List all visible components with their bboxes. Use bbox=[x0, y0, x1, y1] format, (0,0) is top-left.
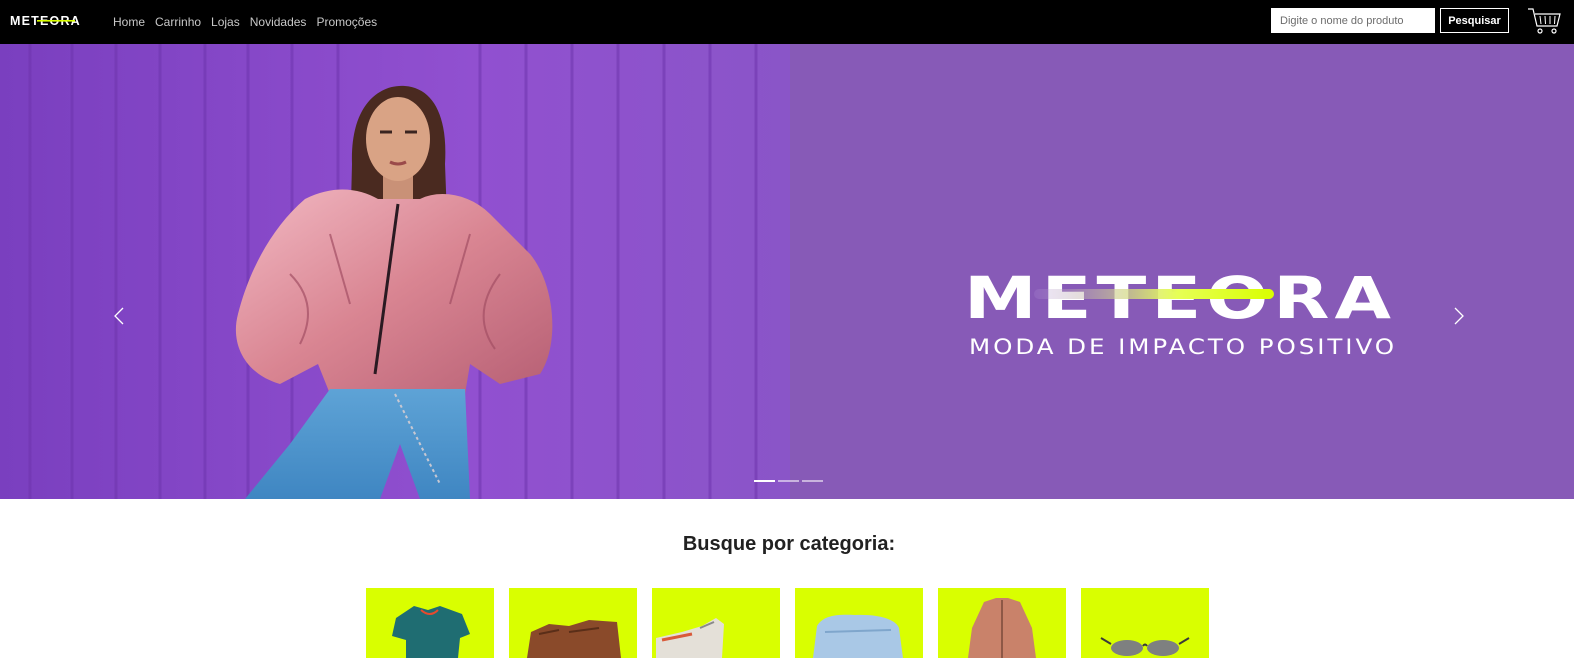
navbar: METEORA Home Carrinho Lojas Novidades Pr… bbox=[0, 0, 1574, 44]
category-card-accessories[interactable] bbox=[1081, 588, 1209, 658]
category-card-shoes[interactable] bbox=[652, 588, 780, 658]
cart-icon[interactable] bbox=[1526, 6, 1562, 36]
search-input[interactable] bbox=[1271, 8, 1435, 33]
jeans-icon bbox=[813, 614, 903, 658]
category-card-shirts[interactable] bbox=[366, 588, 494, 658]
carousel-indicator-2[interactable] bbox=[778, 480, 799, 482]
bag-icon bbox=[527, 620, 621, 658]
nav-promocoes[interactable]: Promoções bbox=[316, 15, 377, 29]
category-list bbox=[366, 588, 1224, 658]
category-card-pants[interactable] bbox=[795, 588, 923, 658]
hero-tagline: MODA DE IMPACTO POSITIVO bbox=[969, 335, 1397, 359]
nav-carrinho[interactable]: Carrinho bbox=[155, 15, 201, 29]
tshirt-icon bbox=[392, 606, 470, 658]
hero-brand-name: METEORA bbox=[964, 268, 1396, 332]
hero-brand-logo: METEORA MODA DE IMPACTO POSITIVO bbox=[964, 268, 1397, 359]
main-nav: Home Carrinho Lojas Novidades Promoções bbox=[113, 0, 387, 44]
carousel-indicator-3[interactable] bbox=[802, 480, 823, 482]
carousel-indicators bbox=[754, 480, 823, 482]
jacket-icon bbox=[968, 598, 1036, 658]
nav-novidades[interactable]: Novidades bbox=[250, 15, 307, 29]
sneaker-icon bbox=[656, 618, 724, 658]
carousel-next-icon[interactable] bbox=[1452, 306, 1466, 326]
nav-lojas[interactable]: Lojas bbox=[211, 15, 240, 29]
hero-model-photo bbox=[0, 44, 790, 499]
logo[interactable]: METEORA bbox=[10, 14, 96, 28]
hero-carousel: METEORA MODA DE IMPACTO POSITIVO bbox=[0, 44, 1574, 499]
logo-mark: METEORA bbox=[10, 14, 80, 28]
nav-home[interactable]: Home bbox=[113, 15, 145, 29]
carousel-indicator-1[interactable] bbox=[754, 480, 775, 482]
search-button[interactable]: Pesquisar bbox=[1440, 8, 1509, 33]
sunglasses-icon bbox=[1100, 637, 1190, 656]
category-section-title: Busque por categoria: bbox=[682, 533, 896, 555]
carousel-prev-icon[interactable] bbox=[112, 306, 126, 326]
category-card-jackets[interactable] bbox=[938, 588, 1066, 658]
category-card-bags[interactable] bbox=[509, 588, 637, 658]
